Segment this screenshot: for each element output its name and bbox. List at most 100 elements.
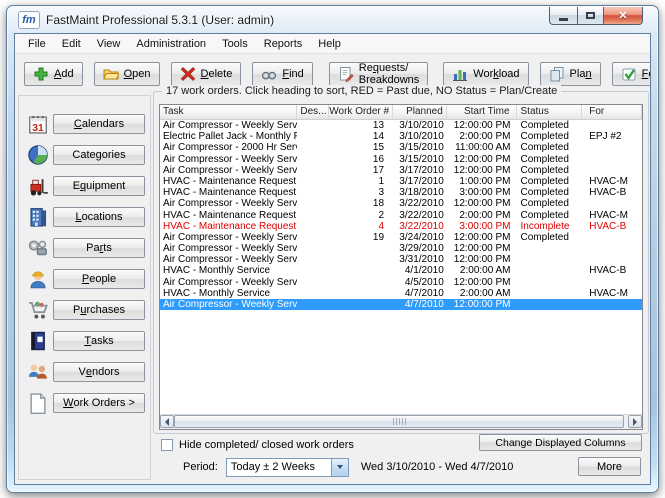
cell-task: HVAC - Maintenance Request — [160, 187, 297, 198]
table-row[interactable]: Air Compressor - Weekly Service3/31/2010… — [160, 254, 642, 265]
cell-for: HVAC-M — [582, 176, 642, 187]
cell-desc — [297, 265, 329, 276]
cell-planned: 3/17/2010 — [393, 165, 447, 176]
column-header-3[interactable]: Planned — [393, 105, 447, 119]
hide-completed-checkbox[interactable] — [161, 439, 173, 451]
cell-desc — [297, 142, 329, 153]
column-header-2[interactable]: Work Order # — [329, 105, 393, 119]
cell-task: Air Compressor - Weekly Service — [160, 243, 297, 254]
open-button[interactable]: Open — [94, 62, 160, 86]
close-button[interactable]: ✕ — [604, 7, 643, 25]
combo-dropdown-button[interactable] — [331, 459, 348, 476]
add-button[interactable]: Add — [24, 62, 83, 86]
maximize-button[interactable] — [577, 7, 604, 25]
menu-item-edit[interactable]: Edit — [54, 36, 89, 52]
table-row[interactable]: HVAC - Maintenance Request13/17/20101:00… — [160, 176, 642, 187]
table-row[interactable]: HVAC - Maintenance Request23/22/20102:00… — [160, 210, 642, 221]
cell-status — [517, 254, 583, 265]
cell-planned: 3/10/2010 — [393, 131, 447, 142]
vendors-icon — [23, 360, 53, 384]
window-title: FastMaint Professional 5.3.1 (User: admi… — [46, 13, 274, 27]
minimize-button[interactable] — [549, 7, 577, 25]
cell-order — [329, 265, 393, 276]
menu-item-help[interactable]: Help — [310, 36, 349, 52]
table-row[interactable]: Air Compressor - Weekly Service3/29/2010… — [160, 243, 642, 254]
sidebar-item-locations[interactable]: Locations — [53, 207, 145, 227]
horizontal-scrollbar[interactable] — [160, 414, 642, 429]
column-header-1[interactable]: Des... — [297, 105, 329, 119]
column-header-0[interactable]: Task — [160, 105, 297, 119]
column-header-4[interactable]: Start Time — [447, 105, 517, 119]
table-row[interactable]: HVAC - Maintenance Request33/18/20103:00… — [160, 187, 642, 198]
column-header-5[interactable]: Status — [517, 105, 583, 119]
menu-item-view[interactable]: View — [89, 36, 129, 52]
sidebar-item-calendars[interactable]: Calendars — [53, 114, 145, 134]
feedback-button[interactable]: Feedback — [612, 62, 651, 86]
sidebar-item-people[interactable]: People — [53, 269, 145, 289]
cell-order: 18 — [329, 198, 393, 209]
cell-desc — [297, 277, 329, 288]
table-row[interactable]: Air Compressor - Weekly Service133/10/20… — [160, 120, 642, 131]
cell-planned: 3/22/2010 — [393, 221, 447, 232]
plan-button[interactable]: Plan — [540, 62, 601, 86]
workorders-groupbox: 17 work orders. Click heading to sort, R… — [153, 91, 649, 434]
table-row[interactable]: Air Compressor - Weekly Service173/17/20… — [160, 165, 642, 176]
cell-task: Air Compressor - Weekly Service — [160, 232, 297, 243]
sidebar-item-work-orders[interactable]: Work Orders > — [53, 393, 145, 413]
cell-order — [329, 277, 393, 288]
workorders-table[interactable]: TaskDes...Work Order #PlannedStart TimeS… — [159, 104, 643, 430]
sidebar-item-purchases[interactable]: Purchases — [53, 300, 145, 320]
menu-item-administration[interactable]: Administration — [128, 36, 214, 52]
table-row[interactable]: Air Compressor - Weekly Service163/15/20… — [160, 154, 642, 165]
menu-item-file[interactable]: File — [20, 36, 54, 52]
cell-task: Air Compressor - 2000 Hr Service — [160, 142, 297, 153]
sidebar-item-tasks[interactable]: Tasks — [53, 331, 145, 351]
sidebar-item-categories[interactable]: Categories — [53, 145, 145, 165]
cell-task: HVAC - Monthly Service — [160, 265, 297, 276]
sidebar-item-parts[interactable]: Parts — [53, 238, 145, 258]
change-displayed-columns-button[interactable]: Change Displayed Columns — [479, 434, 642, 451]
scroll-right-button[interactable] — [628, 415, 642, 428]
workload-button[interactable]: Workload — [443, 62, 528, 86]
cell-start: 12:00:00 PM — [447, 120, 517, 131]
sidebar-item-equipment[interactable]: Equipment — [53, 176, 145, 196]
period-row: Period: Today ± 2 Weeks Wed 3/10/2010 - … — [183, 457, 648, 477]
cell-order: 14 — [329, 131, 393, 142]
table-row[interactable]: HVAC - Monthly Service4/7/20102:00:00 AM… — [160, 288, 642, 299]
cell-start: 2:00:00 PM — [447, 131, 517, 142]
cell-status: Completed — [517, 232, 583, 243]
hide-completed-row: Hide completed/ closed work orders — [161, 439, 354, 451]
requests-breakdowns-button[interactable]: Requests/ Breakdowns — [329, 62, 429, 86]
table-row[interactable]: Electric Pallet Jack - Monthly PM143/10/… — [160, 131, 642, 142]
find-button[interactable]: Find — [252, 62, 312, 86]
column-header-6[interactable]: For — [582, 105, 642, 119]
cell-status: Completed — [517, 176, 583, 187]
period-select[interactable]: Today ± 2 Weeks — [226, 458, 349, 477]
table-row[interactable]: Air Compressor - 2000 Hr Service153/15/2… — [160, 142, 642, 153]
table-row[interactable]: Air Compressor - Weekly Service4/7/20101… — [160, 299, 642, 310]
app-icon: fm — [18, 11, 40, 29]
menu-item-tools[interactable]: Tools — [214, 36, 256, 52]
more-button[interactable]: More — [578, 457, 641, 476]
cell-start: 11:00:00 AM — [447, 142, 517, 153]
scrollbar-thumb[interactable] — [174, 415, 624, 428]
toolbar-button-label: Add — [54, 68, 74, 80]
scroll-left-button[interactable] — [160, 415, 174, 428]
table-row[interactable]: HVAC - Maintenance Request43/22/20103:00… — [160, 221, 642, 232]
menu-item-reports[interactable]: Reports — [256, 36, 311, 52]
cell-start: 3:00:00 PM — [447, 187, 517, 198]
table-row[interactable]: HVAC - Monthly Service4/1/20102:00:00 AM… — [160, 265, 642, 276]
app-icon-text: fm — [22, 13, 35, 27]
cell-start: 3:00:00 PM — [447, 221, 517, 232]
plan-icon — [549, 66, 565, 82]
cell-start: 12:00:00 PM — [447, 299, 517, 310]
sidebar-item-vendors[interactable]: Vendors — [53, 362, 145, 382]
sidebar-row-categories: Categories — [19, 139, 150, 170]
cell-for — [582, 154, 642, 165]
table-row[interactable]: Air Compressor - Weekly Service193/24/20… — [160, 232, 642, 243]
cell-desc — [297, 254, 329, 265]
cell-status — [517, 265, 583, 276]
table-row[interactable]: Air Compressor - Weekly Service183/22/20… — [160, 198, 642, 209]
table-row[interactable]: Air Compressor - Weekly Service4/5/20101… — [160, 277, 642, 288]
delete-button[interactable]: Delete — [171, 62, 242, 86]
